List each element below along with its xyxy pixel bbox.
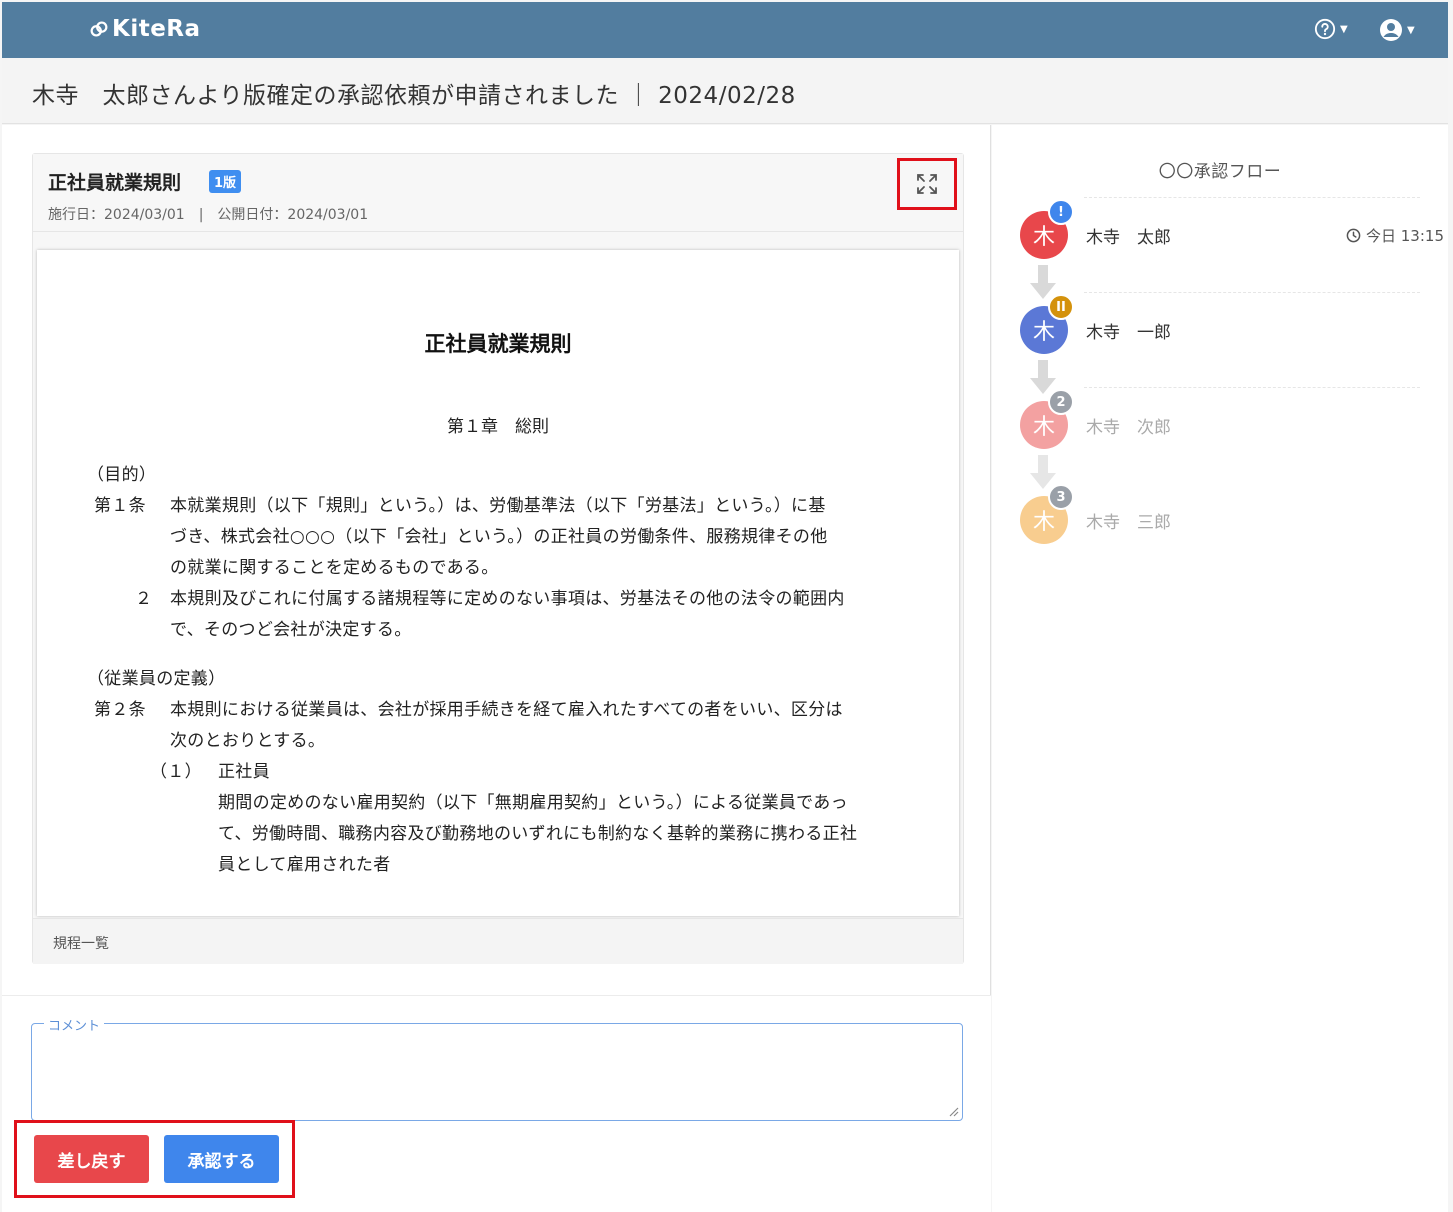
article-text: 本就業規則（以下「規則」という。）は、労働基準法（以下「労基法」という。）に基 — [170, 496, 826, 516]
divider — [1084, 292, 1420, 293]
approver-name: 木寺 一郎 — [1086, 323, 1171, 343]
article-text: づき、株式会社○○○（以下「会社」という。）の正社員の労働条件、服務規律その他 — [170, 527, 828, 547]
resize-grip-icon[interactable] — [947, 1105, 959, 1117]
article-number: 第１条 — [94, 496, 146, 516]
top-navbar: KiteRa ▼ ▼ — [2, 2, 1448, 58]
document-footer: 規程一覧 — [33, 918, 963, 964]
chevron-down-icon: ▼ — [1407, 24, 1415, 36]
comment-field[interactable] — [31, 1023, 963, 1121]
request-time-text: 今日 13:15 — [1366, 227, 1444, 245]
comment-input[interactable] — [32, 1024, 962, 1120]
question-circle-icon — [1314, 18, 1336, 40]
approval-flow-title: 〇〇承認フロー — [1158, 162, 1282, 182]
status-badge: ! — [1048, 199, 1074, 225]
page-title: 木寺 太郎さんより版確定の承認依頼が申請されました ｜ 2024/02/28 — [32, 83, 796, 109]
document-title: 正社員就業規則 — [48, 172, 182, 194]
flow-step: 木 3 木寺 三郎 — [1018, 484, 1418, 556]
app-logo-text: KiteRa — [112, 16, 201, 42]
flow-step: 木 2 木寺 次郎 — [1018, 387, 1420, 461]
version-badge: 1版 — [209, 170, 242, 193]
approver-name: 木寺 太郎 — [1086, 228, 1171, 248]
comment-section: コメント 差し戻す 承認する — [2, 995, 991, 1212]
article-text: で、そのつど会社が決定する。 — [170, 620, 412, 640]
flow-step: 木 ! 木寺 太郎 今日 13:15 — [1018, 197, 1444, 271]
article-text: 次のとおりとする。 — [170, 731, 326, 751]
article-text: 本規則における従業員は、会社が採用手続きを経て雇入れたすべての者をいい、区分は — [170, 700, 843, 720]
user-menu-button[interactable]: ▼ — [1379, 18, 1415, 42]
approve-button[interactable]: 承認する — [164, 1135, 279, 1183]
divider — [1084, 387, 1420, 388]
document-pane: 正社員就業規則 1版 施行日：2024/03/01 | 公開日付：2024/03… — [2, 125, 991, 1212]
clock-icon — [1346, 228, 1361, 243]
user-circle-icon — [1380, 19, 1402, 41]
paragraph-number: ２ — [135, 589, 153, 609]
arrow-down-icon — [1030, 265, 1056, 299]
approver-name: 木寺 次郎 — [1086, 418, 1171, 438]
approver-name: 木寺 三郎 — [1086, 513, 1171, 533]
section-heading: （目的） — [87, 465, 157, 485]
article-text: の就業に関することを定めるものである。 — [170, 558, 499, 578]
app-logo[interactable]: KiteRa — [88, 16, 201, 42]
link-icon — [90, 21, 108, 37]
article-number: 第２条 — [94, 700, 146, 720]
approval-flow-panel: 〇〇承認フロー 木 ! 木寺 太郎 今日 13:15 木 II 木寺 一郎 木 … — [992, 125, 1448, 1212]
request-time: 今日 13:15 — [1346, 225, 1444, 246]
expand-icon — [917, 174, 937, 194]
expand-button[interactable] — [897, 158, 957, 210]
status-badge: II — [1048, 294, 1074, 320]
step-order-badge: 2 — [1048, 389, 1074, 415]
document-dates: 施行日：2024/03/01 | 公開日付：2024/03/01 — [48, 207, 369, 223]
action-buttons: 差し戻す 承認する — [14, 1120, 295, 1198]
arrow-down-icon — [1030, 455, 1056, 489]
preview-chapter: 第１章 総則 — [447, 417, 549, 437]
request-title-bar: 木寺 太郎さんより版確定の承認依頼が申請されました ｜ 2024/02/28 — [2, 58, 1448, 124]
article-text: 本規則及びこれに付属する諸規程等に定めのない事項は、労基法その他の法令の範囲内 — [170, 589, 845, 609]
step-order-badge: 3 — [1048, 484, 1074, 510]
item-heading: 正社員 — [218, 762, 270, 782]
reject-button[interactable]: 差し戻す — [34, 1135, 149, 1183]
help-menu-button[interactable]: ▼ — [1314, 18, 1348, 40]
item-text: 期間の定めのない雇用契約（以下「無期雇用契約」という。）による従業員であっ — [218, 793, 848, 813]
item-text: 員として雇用された者 — [218, 855, 391, 875]
document-card: 正社員就業規則 1版 施行日：2024/03/01 | 公開日付：2024/03… — [32, 153, 964, 964]
document-preview[interactable]: 正社員就業規則 第１章 総則 （目的） 第１条 本就業規則（以下「規則」という。… — [37, 250, 959, 916]
divider — [1084, 197, 1420, 198]
item-text: て、労働時間、職務内容及び勤務地のいずれにも制約なく基幹的業務に携わる正社 — [218, 824, 858, 844]
document-header: 正社員就業規則 1版 施行日：2024/03/01 | 公開日付：2024/03… — [33, 154, 963, 232]
chevron-down-icon: ▼ — [1340, 23, 1348, 35]
comment-label: コメント — [44, 1015, 105, 1034]
regulation-list-link[interactable]: 規程一覧 — [53, 933, 109, 953]
item-number: （１） — [150, 762, 202, 782]
preview-title: 正社員就業規則 — [424, 332, 572, 356]
flow-step: 木 II 木寺 一郎 — [1018, 292, 1420, 366]
section-heading: （従業員の定義） — [87, 669, 226, 689]
arrow-down-icon — [1030, 360, 1056, 394]
